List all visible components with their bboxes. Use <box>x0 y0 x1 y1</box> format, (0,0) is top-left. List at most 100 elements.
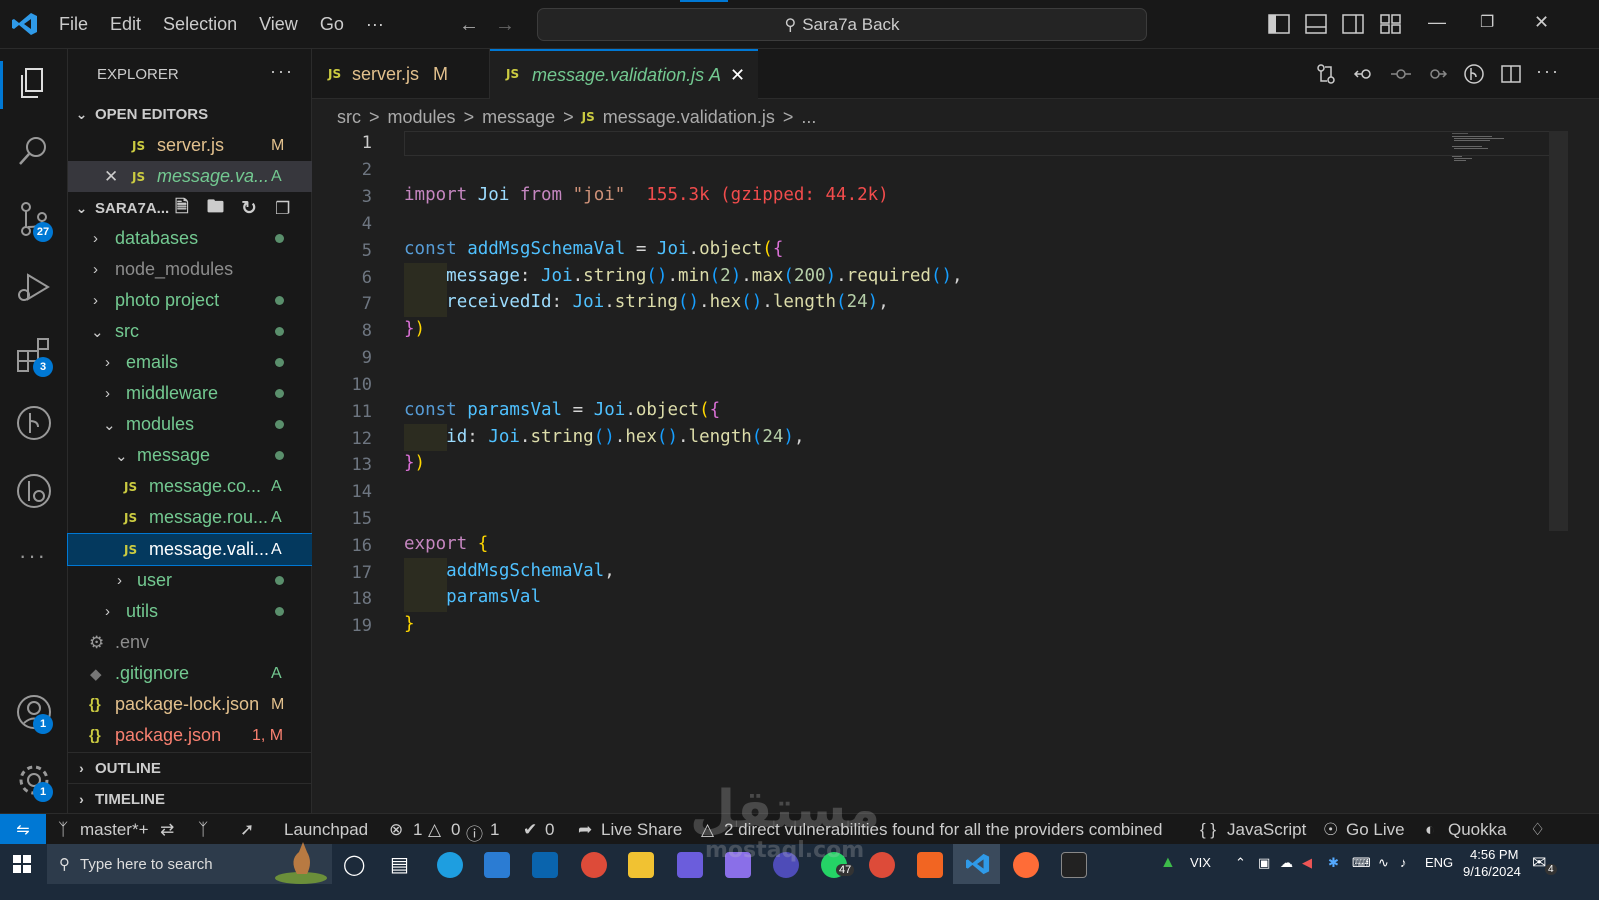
tree-folder[interactable]: ⌄ modules <box>68 409 312 440</box>
store-icon[interactable] <box>484 852 510 878</box>
tree-file[interactable]: JS message.co... A <box>68 471 312 502</box>
tree-folder[interactable]: › databases <box>68 223 312 254</box>
error-count[interactable]: 1 <box>413 820 422 840</box>
go-live-label[interactable]: Go Live <box>1346 820 1405 840</box>
gitlens-inspect-icon[interactable] <box>1463 63 1485 85</box>
tree-folder[interactable]: › photo project <box>68 285 312 316</box>
back-arrow-icon[interactable]: ← <box>459 14 479 37</box>
sync-icon[interactable]: ⇄ <box>160 820 174 840</box>
volume-icon[interactable]: ♪ <box>1400 855 1407 870</box>
restore-icon[interactable]: ❐ <box>1480 12 1494 32</box>
customize-layout-icon[interactable] <box>1380 14 1402 34</box>
close-window-icon[interactable]: ✕ <box>1534 12 1549 33</box>
tree-file[interactable]: ⚙ .env <box>68 627 312 658</box>
previous-change-icon[interactable] <box>1353 63 1375 85</box>
terminal-icon[interactable] <box>1061 852 1087 878</box>
open-editors-section[interactable]: ⌄ OPEN EDITORS <box>68 99 312 130</box>
tree-file-selected[interactable]: JS message.vali... A <box>67 533 313 566</box>
launchpad-label[interactable]: Launchpad <box>284 820 368 840</box>
ports-count[interactable]: 0 <box>545 820 554 840</box>
tab-message-validation[interactable]: JS message.validation.js A ✕ <box>490 49 758 99</box>
taskbar-search[interactable]: ⚲ Type here to search <box>47 842 332 884</box>
timeline-section[interactable]: › TIMELINE <box>68 783 312 814</box>
language-mode[interactable]: JavaScript <box>1227 820 1306 840</box>
breadcrumb-modules[interactable]: modules <box>388 107 456 128</box>
tree-file[interactable]: {} package-lock.json M <box>68 689 312 720</box>
project-section[interactable]: ⌄ SARA7A... 🗎 🖿 ↻ ❐ <box>68 193 312 224</box>
open-editor-item[interactable]: ✕ JS message.va... A <box>68 161 312 192</box>
tree-file[interactable]: {} package.json 1, M <box>68 720 312 751</box>
breadcrumb-message[interactable]: message <box>482 107 555 128</box>
more-views-icon[interactable]: ··· <box>19 543 47 569</box>
language-indicator[interactable]: ENG <box>1425 855 1453 870</box>
menu-go[interactable]: Go <box>309 14 355 35</box>
input-icon[interactable]: ⌨ <box>1352 855 1371 871</box>
collapse-all-icon[interactable]: ❐ <box>275 199 290 219</box>
forward-arrow-icon[interactable]: → <box>495 14 515 37</box>
menu-edit[interactable]: Edit <box>99 14 152 35</box>
chrome-icon[interactable] <box>581 852 607 878</box>
tray-app-icon[interactable]: ▣ <box>1258 855 1270 871</box>
branch-name[interactable]: master*+ <box>80 820 149 840</box>
close-tab-icon[interactable]: ✕ <box>730 65 745 86</box>
new-folder-icon[interactable]: 🖿 <box>207 194 224 223</box>
tray-alert-icon[interactable]: ◀ <box>1302 855 1312 871</box>
minimap[interactable] <box>1450 132 1510 172</box>
bell-icon[interactable]: ♢ <box>1530 820 1545 840</box>
stock-label[interactable]: VIX <box>1190 855 1211 870</box>
tree-folder[interactable]: ⌄ src <box>68 316 312 347</box>
command-center[interactable]: ⚲ Sara7a Back <box>537 8 1147 41</box>
run-debug-icon[interactable] <box>14 267 54 307</box>
vertical-scrollbar[interactable] <box>1549 131 1568 531</box>
more-actions-icon[interactable]: ··· <box>1536 61 1560 82</box>
toggle-panel-icon[interactable] <box>1305 14 1327 34</box>
tree-folder[interactable]: ⌄ message <box>68 440 312 471</box>
breadcrumb-file[interactable]: message.validation.js <box>603 107 775 128</box>
task-view-icon[interactable]: ◯ <box>343 852 365 877</box>
new-file-icon[interactable]: 🗎 <box>175 194 189 223</box>
explorer-more-icon[interactable]: ··· <box>270 61 294 82</box>
split-editor-icon[interactable] <box>1500 63 1522 85</box>
search-icon[interactable] <box>14 131 54 171</box>
gitlens-status-icon[interactable]: ᛉ <box>198 820 208 840</box>
tree-folder[interactable]: › node_modules <box>68 254 312 285</box>
open-changes-icon[interactable] <box>1315 63 1337 85</box>
warning-count[interactable]: 0 <box>451 820 460 840</box>
open-editor-item[interactable]: JS server.js M <box>68 130 312 161</box>
git-graph-icon[interactable] <box>14 403 54 443</box>
menu-file[interactable]: File <box>48 14 99 35</box>
tray-chevron-icon[interactable]: ⌃ <box>1235 855 1246 871</box>
copilot-icon[interactable] <box>677 852 703 878</box>
toggle-primary-sidebar-icon[interactable] <box>1268 14 1290 34</box>
commit-icon[interactable] <box>1390 63 1412 85</box>
tree-folder[interactable]: › emails <box>68 347 312 378</box>
remote-indicator[interactable]: ⇋ <box>0 814 46 845</box>
chrome-profile-icon[interactable] <box>869 852 895 878</box>
tree-folder[interactable]: › middleware <box>68 378 312 409</box>
tree-folder[interactable]: › utils <box>68 596 312 627</box>
bluetooth-icon[interactable]: ✱ <box>1328 855 1339 871</box>
mail-icon[interactable] <box>532 852 558 878</box>
tree-file[interactable]: JS message.rou... A <box>68 502 312 533</box>
code-editor[interactable]: 1 2 3 4 5 6 7 8 9 10 11 12 13 14 15 16 1… <box>312 131 1599 829</box>
file-explorer-icon[interactable] <box>628 852 654 878</box>
quokka-label[interactable]: Quokka <box>1448 820 1507 840</box>
explorer-icon[interactable] <box>14 63 54 103</box>
clock-time[interactable]: 4:56 PM <box>1470 847 1518 862</box>
tree-file[interactable]: ◆ .gitignore A <box>68 658 312 689</box>
close-editor-icon[interactable]: ✕ <box>104 167 118 187</box>
edge-icon[interactable] <box>437 852 463 878</box>
next-change-icon[interactable] <box>1426 63 1448 85</box>
refresh-icon[interactable]: ↻ <box>241 197 257 220</box>
tab-server-js[interactable]: JS server.js M <box>312 49 490 99</box>
clock-date[interactable]: 9/16/2024 <box>1463 864 1521 879</box>
toggle-secondary-sidebar-icon[interactable] <box>1342 14 1364 34</box>
menu-selection[interactable]: Selection <box>152 14 248 35</box>
menu-more[interactable]: ··· <box>355 14 395 35</box>
breadcrumb-symbol[interactable]: ... <box>801 107 816 128</box>
vscode-taskbar-icon[interactable] <box>966 852 990 876</box>
info-count[interactable]: 1 <box>490 820 499 840</box>
breadcrumb-src[interactable]: src <box>337 107 361 128</box>
outline-section[interactable]: › OUTLINE <box>68 752 312 783</box>
xampp-icon[interactable] <box>917 852 943 878</box>
